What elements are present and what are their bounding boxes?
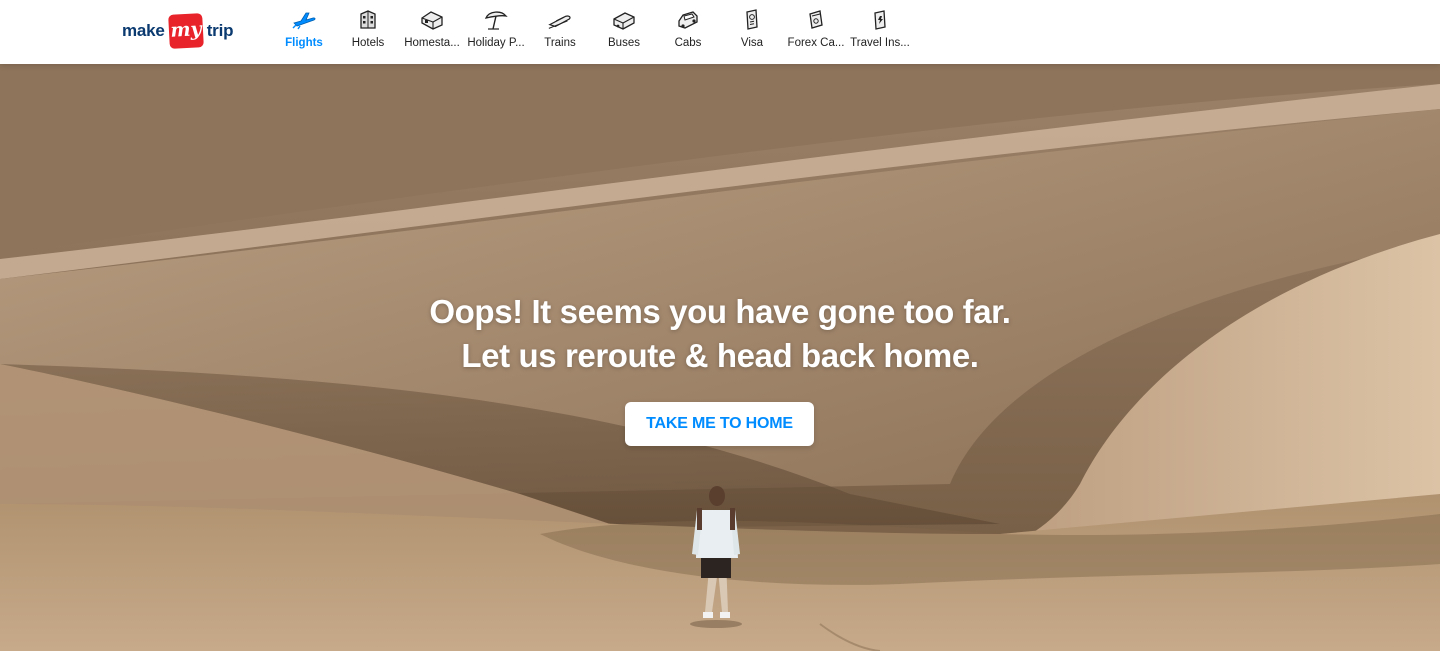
bus-icon [611, 8, 637, 32]
nav-item-holiday-packages[interactable]: Holiday P... [464, 0, 528, 64]
holiday-umbrella-icon [483, 8, 509, 32]
forex-card-icon [803, 8, 829, 32]
nav-item-hotels[interactable]: Hotels [336, 0, 400, 64]
train-icon [547, 8, 573, 32]
product-nav: Flights Hotels Homesta... Holiday P... T… [272, 0, 912, 64]
error-headline: Oops! It seems you have gone too far. Le… [0, 290, 1440, 378]
cab-icon [675, 8, 701, 32]
nav-item-visa[interactable]: Visa [720, 0, 784, 64]
nav-label: Flights [285, 37, 323, 49]
top-navigation-bar: make my trip Flights Hotels Homesta... H… [0, 0, 1440, 64]
nav-item-forex-card[interactable]: Forex Ca... [784, 0, 848, 64]
logo-my-badge: my [167, 13, 204, 49]
nav-label: Visa [740, 37, 764, 49]
nav-item-trains[interactable]: Trains [528, 0, 592, 64]
visa-passport-icon [739, 8, 765, 32]
homestay-icon [419, 8, 445, 32]
makemytrip-logo[interactable]: make my trip [122, 13, 234, 49]
nav-label: Forex Ca... [787, 37, 845, 49]
take-me-home-button[interactable]: TAKE ME TO HOME [625, 402, 814, 446]
nav-item-cabs[interactable]: Cabs [656, 0, 720, 64]
nav-label: Homesta... [404, 37, 460, 49]
nav-label: Holiday P... [467, 37, 525, 49]
nav-item-buses[interactable]: Buses [592, 0, 656, 64]
plane-icon [291, 8, 317, 32]
travel-insurance-icon [867, 8, 893, 32]
nav-item-travel-insurance[interactable]: Travel Ins... [848, 0, 912, 64]
headline-line-1: Oops! It seems you have gone too far. [429, 293, 1011, 330]
nav-label: Cabs [674, 37, 702, 49]
nav-label: Buses [608, 37, 640, 49]
nav-label: Trains [544, 37, 576, 49]
nav-label: Travel Ins... [850, 37, 910, 49]
hero-desert-background: Oops! It seems you have gone too far. Le… [0, 64, 1440, 651]
hotel-icon [355, 8, 381, 32]
nav-item-homestays[interactable]: Homesta... [400, 0, 464, 64]
logo-trip-text: trip [206, 21, 234, 40]
nav-label: Hotels [351, 37, 385, 49]
headline-line-2: Let us reroute & head back home. [461, 337, 979, 374]
nav-item-flights[interactable]: Flights [272, 0, 336, 64]
logo-make-text: make [122, 21, 165, 40]
